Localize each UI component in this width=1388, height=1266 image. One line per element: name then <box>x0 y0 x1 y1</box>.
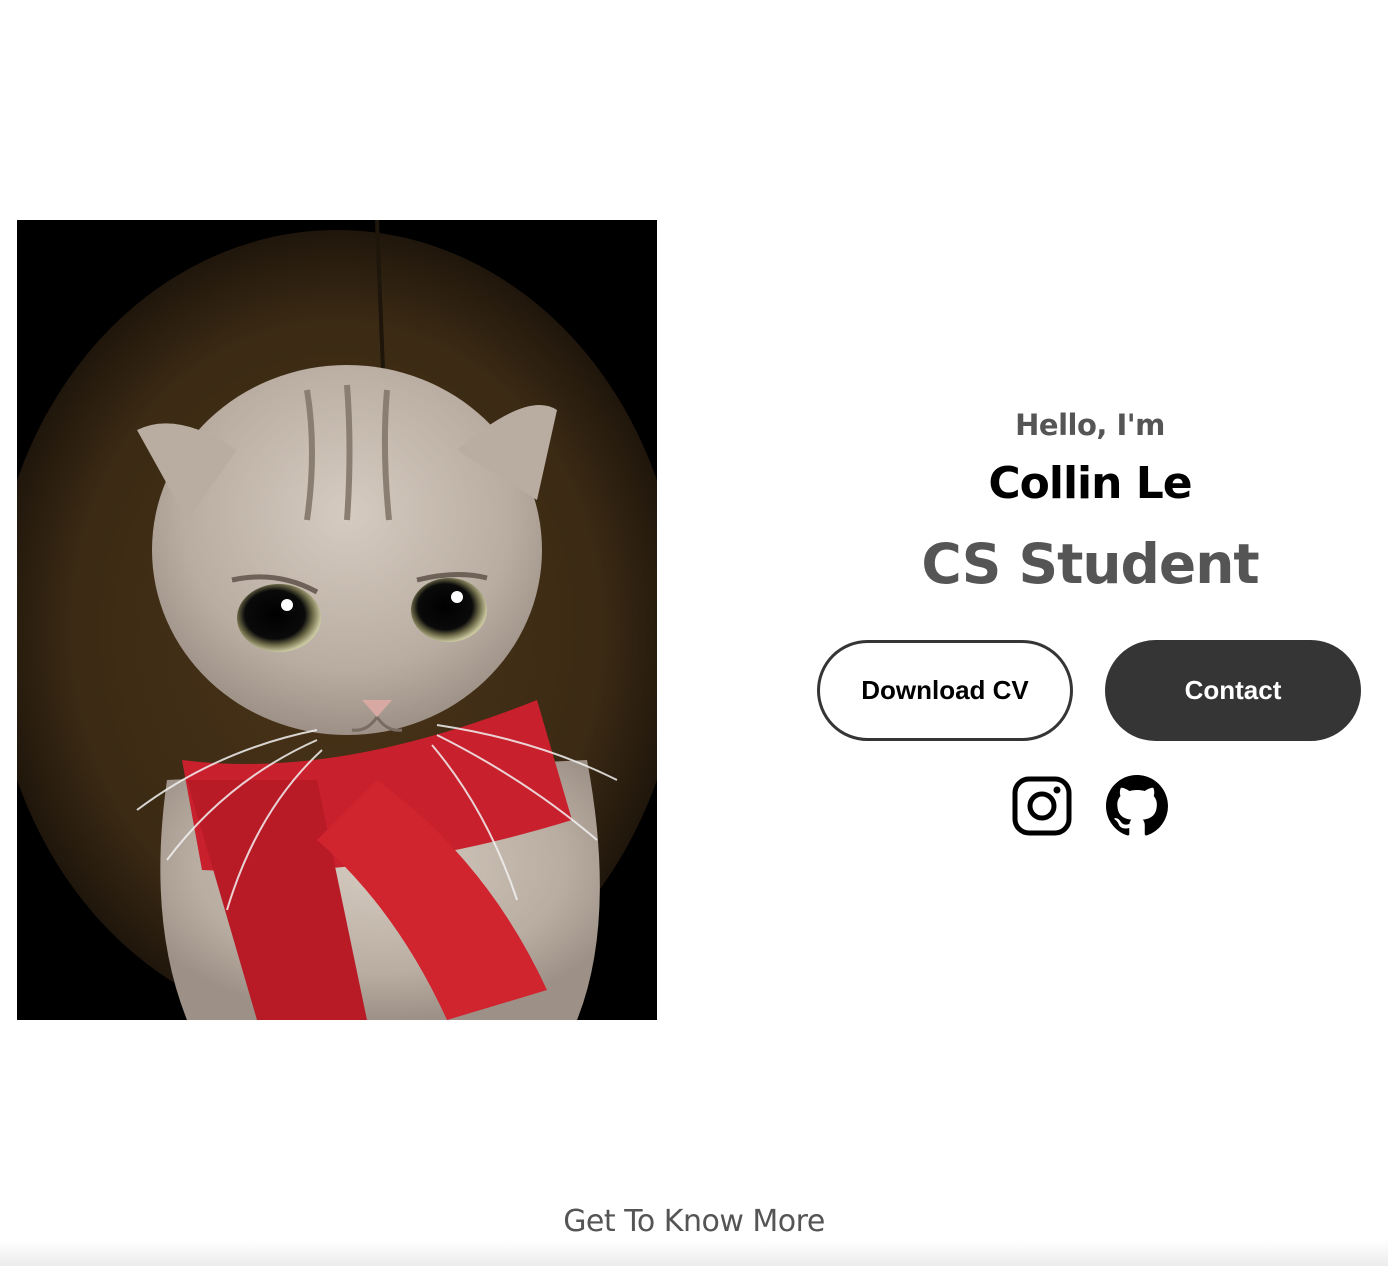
profile-name: Collin Le <box>988 458 1192 509</box>
github-icon[interactable] <box>1106 775 1168 837</box>
contact-button[interactable]: Contact <box>1105 640 1361 741</box>
download-cv-button[interactable]: Download CV <box>817 640 1073 741</box>
instagram-icon[interactable] <box>1011 775 1073 837</box>
bottom-fade <box>0 1240 1388 1266</box>
profile-section: Hello, I'm Collin Le CS Student Download… <box>0 0 1388 1266</box>
profile-picture <box>17 220 657 1020</box>
get-to-know-more-link[interactable]: Get To Know More <box>0 1204 1388 1239</box>
profile-role: CS Student <box>921 532 1259 596</box>
greeting-text: Hello, I'm <box>1015 408 1165 442</box>
